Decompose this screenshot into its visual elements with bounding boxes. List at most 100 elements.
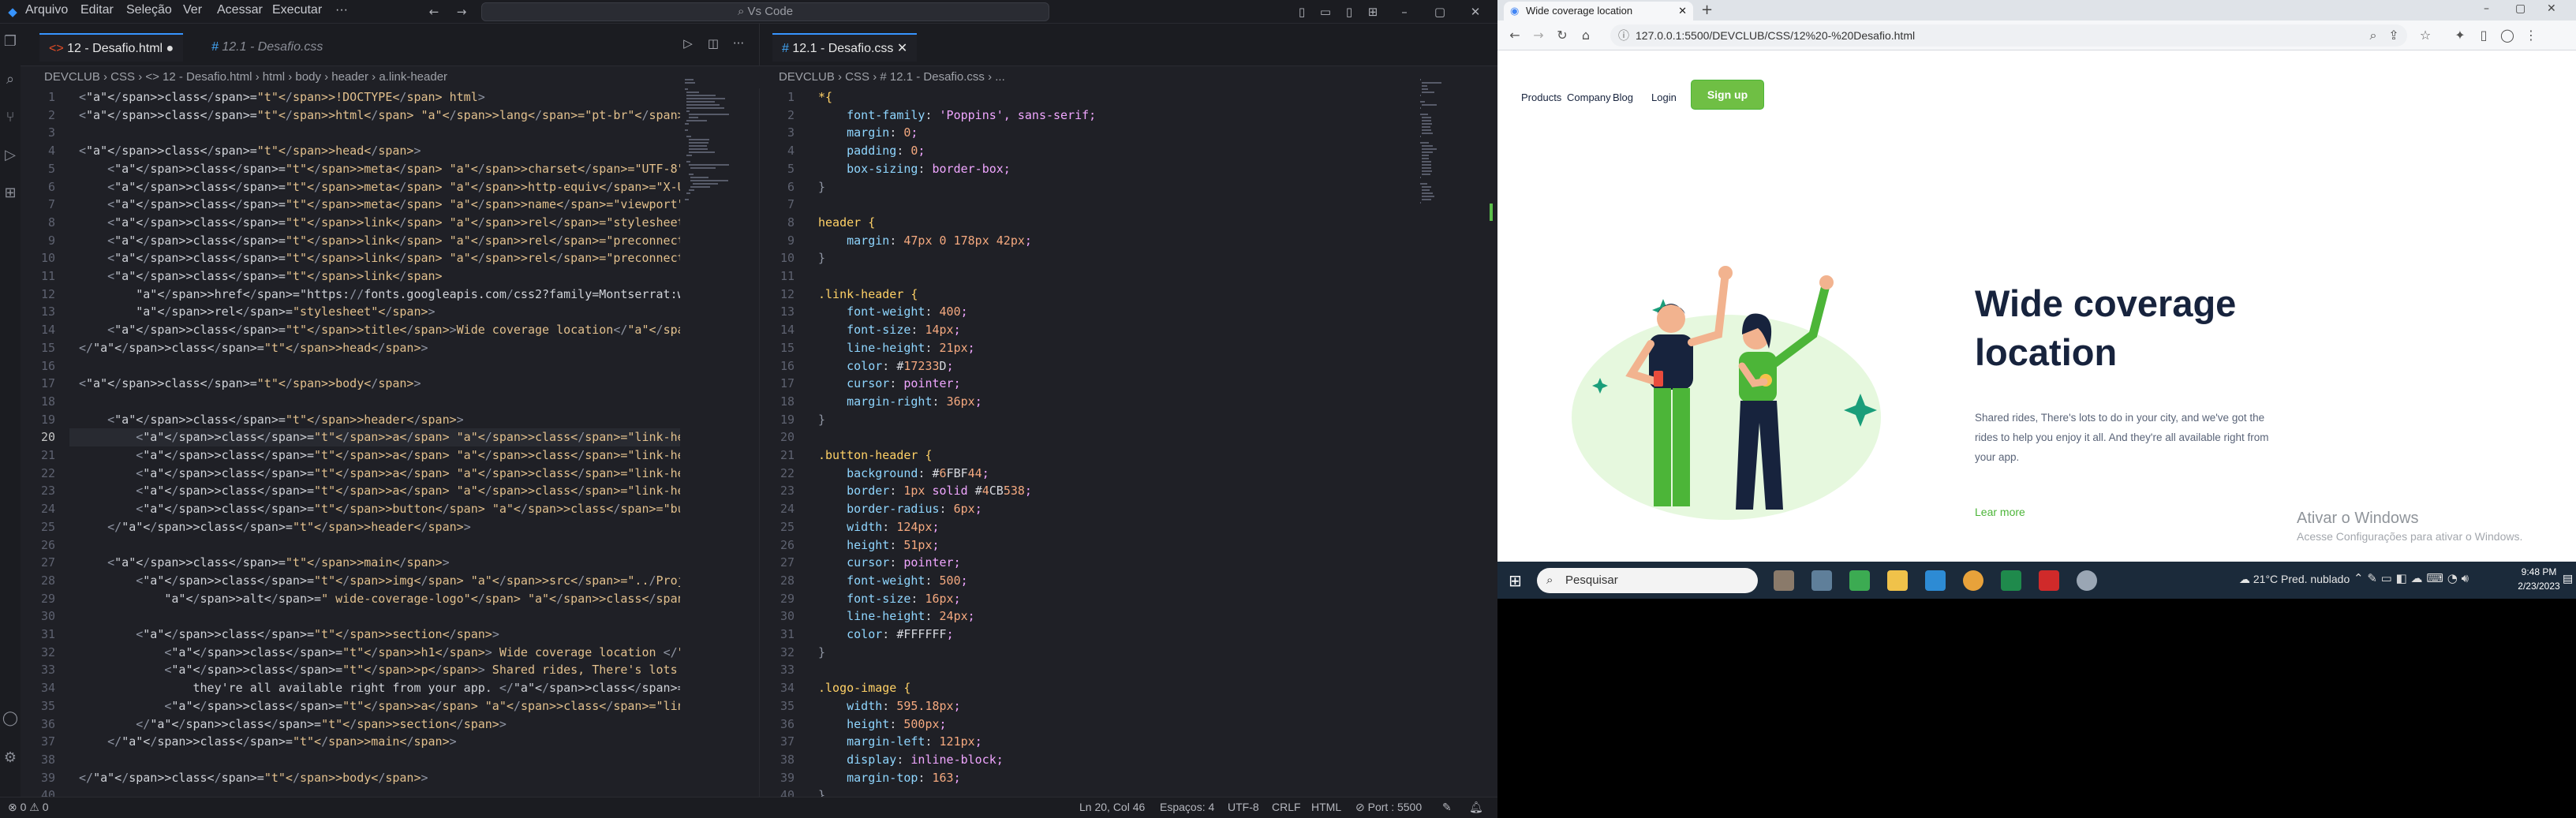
search-icon[interactable]: ⌕	[2, 71, 19, 90]
command-center[interactable]: ⌕ Vs Code	[481, 2, 1049, 21]
menu-acessar[interactable]: Acessar	[217, 3, 263, 17]
code-line[interactable]: <"a"</span>>class</span>="t"</span>>!DOC…	[79, 88, 680, 106]
code-line[interactable]: box-sizing: border-box;	[818, 160, 1419, 178]
code-line[interactable]: width: 595.18px;	[818, 697, 1419, 715]
toggle-secondary-sidebar-icon[interactable]: ▯	[1341, 4, 1357, 20]
close-tab-icon[interactable]: ✕	[897, 42, 907, 55]
code-line[interactable]: header {	[818, 214, 1419, 232]
app-icon-9[interactable]	[2077, 570, 2097, 591]
code-line[interactable]: *{	[818, 88, 1419, 106]
minimize-icon[interactable]: –	[1396, 4, 1412, 20]
code-line[interactable]: <"a"</span>>class</span>="t"</span>>butt…	[79, 500, 680, 518]
code-line[interactable]: <"a"</span>>class</span>="t"</span>>a</s…	[69, 428, 680, 446]
code-line[interactable]: }	[818, 644, 1419, 662]
code-line[interactable]: font-size: 16px;	[818, 590, 1419, 608]
back-icon[interactable]: ←	[1507, 28, 1523, 43]
menu-kebab-icon[interactable]: ⋮	[2523, 28, 2539, 43]
notification-center-icon[interactable]: ▤	[2563, 573, 2573, 585]
code-line[interactable]: </"a"</span>>class</span>="t"</span>>mai…	[79, 733, 680, 751]
code-line[interactable]: <"a"</span>>class</span>="t"</span>>sect…	[79, 626, 680, 644]
code-line[interactable]: }	[818, 178, 1419, 196]
code-line[interactable]	[818, 196, 1419, 214]
breadcrumb-right[interactable]: DEVCLUB › CSS › # 12.1 - Desafio.css › .…	[779, 66, 1252, 88]
menu-more[interactable]: ···	[335, 3, 348, 17]
code-line[interactable]: color: #FFFFFF;	[818, 626, 1419, 644]
code-line[interactable]: <"a"</span>>class</span>="t"</span>>link…	[79, 267, 680, 286]
code-line[interactable]: width: 124px;	[818, 518, 1419, 536]
html-minimap[interactable]	[685, 79, 740, 316]
html-editor[interactable]: 1 <"a"</span>>class</span>="t"</span>>!DO…	[21, 88, 680, 797]
code-line[interactable]: "a"</span>>rel</span>="stylesheet"</span…	[79, 303, 680, 321]
code-line[interactable]: margin-left: 121px;	[818, 733, 1419, 751]
code-line[interactable]: <"a"</span>>class</span>="t"</span>>p</s…	[79, 661, 680, 679]
tab-html-file[interactable]: <> 12 - Desafio.html ●	[39, 33, 184, 62]
code-line[interactable]: <"a"</span>>class</span>="t"</span>>link…	[79, 232, 680, 250]
code-line[interactable]	[79, 357, 680, 375]
language-status[interactable]: HTML	[1311, 801, 1341, 813]
menu-arquivo[interactable]: Arquivo	[25, 3, 68, 17]
account-icon[interactable]: ◯	[2, 710, 19, 729]
system-tray-icons[interactable]: ⌃ ✎ ▭ ◧ ☁ ⌨ ◔ 🔊︎	[2354, 571, 2469, 585]
code-line[interactable]: <"a"</span>>class</span>="t"</span>>a</s…	[79, 697, 680, 715]
menu-executar[interactable]: Executar	[272, 3, 322, 17]
code-line[interactable]: </"a"</span>>class</span>="t"</span>>hea…	[79, 518, 680, 536]
browser-tab[interactable]: ◉ Wide coverage location ✕	[1504, 2, 1693, 21]
close-window-icon[interactable]: ✕	[2547, 2, 2556, 15]
code-line[interactable]: <"a"</span>>class</span>="t"</span>>img<…	[79, 572, 680, 590]
breadcrumb[interactable]: DEVCLUB › CSS › <> 12 - Desafio.html › h…	[44, 66, 675, 88]
more-actions-icon[interactable]: ···	[731, 35, 746, 51]
taskbar-search[interactable]: ⌕ Pesquisar	[1537, 568, 1758, 593]
code-line[interactable]: background: #6FBF44;	[818, 465, 1419, 483]
code-line[interactable]: <"a"</span>>class</span>="t"</span>>link…	[79, 214, 680, 232]
vscode-taskbar-icon[interactable]	[1925, 570, 1946, 591]
code-line[interactable]	[79, 393, 680, 411]
code-line[interactable]: <"a"</span>>class</span>="t"</span>>meta…	[79, 178, 680, 196]
maximize-icon[interactable]: ▢	[2515, 2, 2526, 15]
code-line[interactable]: display: inline-block;	[818, 751, 1419, 769]
bookmark-star-icon[interactable]: ☆	[2417, 28, 2433, 43]
extensions-icon[interactable]: ⊞	[2, 185, 19, 204]
code-line[interactable]: cursor: pointer;	[818, 375, 1419, 393]
code-line[interactable]: <"a"</span>>class</span>="t"</span>>meta…	[79, 196, 680, 214]
windows-start-icon[interactable]: ⊞	[1509, 571, 1522, 590]
code-line[interactable]: margin: 0;	[818, 124, 1419, 142]
code-line[interactable]: "a"</span>>alt</span>=" wide-coverage-lo…	[79, 590, 680, 608]
acrobat-icon[interactable]	[2039, 570, 2059, 591]
maximize-icon[interactable]: ▢	[1432, 4, 1448, 20]
minimize-icon[interactable]: –	[2484, 2, 2489, 15]
code-line[interactable]: height: 51px;	[818, 536, 1419, 555]
code-line[interactable]: margin-top: 163;	[818, 769, 1419, 787]
code-line[interactable]	[818, 661, 1419, 679]
code-line[interactable]: <"a"</span>>class</span>="t"</span>>meta…	[79, 160, 680, 178]
code-line[interactable]: margin-right: 36px;	[818, 393, 1419, 411]
home-icon[interactable]: ⌂	[1578, 28, 1594, 43]
code-line[interactable]: <"a"</span>>class</span>="t"</span>>a</s…	[79, 482, 680, 500]
code-line[interactable]: border: 1px solid #4CB538;	[818, 482, 1419, 500]
code-line[interactable]: "a"</span>>href</span>="https://fonts.go…	[79, 286, 680, 304]
code-line[interactable]: <"a"</span>>class</span>="t"</span>>html…	[79, 106, 680, 125]
run-debug-icon[interactable]: ▷	[2, 147, 19, 166]
feedback-icon[interactable]: ✎	[1442, 801, 1452, 814]
app-icon-3[interactable]	[1849, 570, 1870, 591]
code-line[interactable]: <"a"</span>>class</span>="t"</span>>link…	[79, 249, 680, 267]
cursor-position[interactable]: Ln 20, Col 46	[1079, 801, 1145, 813]
code-line[interactable]: <"a"</span>>class</span>="t"</span>>a</s…	[79, 465, 680, 483]
code-line[interactable]: </"a"</span>>class</span>="t"</span>>hea…	[79, 339, 680, 357]
code-line[interactable]: </"a"</span>>class</span>="t"</span>>sec…	[79, 715, 680, 734]
menu-editar[interactable]: Editar	[80, 3, 114, 17]
code-line[interactable]	[79, 124, 680, 142]
code-line[interactable]: </"a"</span>>class</span>="t"</span>>bod…	[79, 769, 680, 787]
nav-products[interactable]: Products	[1521, 92, 1561, 103]
new-tab-icon[interactable]: +	[1701, 2, 1713, 18]
code-line[interactable]	[818, 428, 1419, 446]
split-editor-icon[interactable]: ◫	[705, 35, 721, 51]
code-line[interactable]	[79, 607, 680, 626]
share-icon[interactable]: ⇪	[2386, 28, 2402, 43]
tab-css-file-right[interactable]: # 12.1 - Desafio.css ✕	[772, 33, 918, 62]
excel-icon[interactable]	[2001, 570, 2021, 591]
code-line[interactable]: font-family: 'Poppins', sans-serif;	[818, 106, 1419, 125]
sidebar-icon[interactable]: ▯	[2476, 28, 2492, 43]
nav-blog[interactable]: Blog	[1613, 92, 1633, 103]
code-line[interactable]: .logo-image {	[818, 679, 1419, 697]
eol-status[interactable]: CRLF	[1272, 801, 1301, 813]
